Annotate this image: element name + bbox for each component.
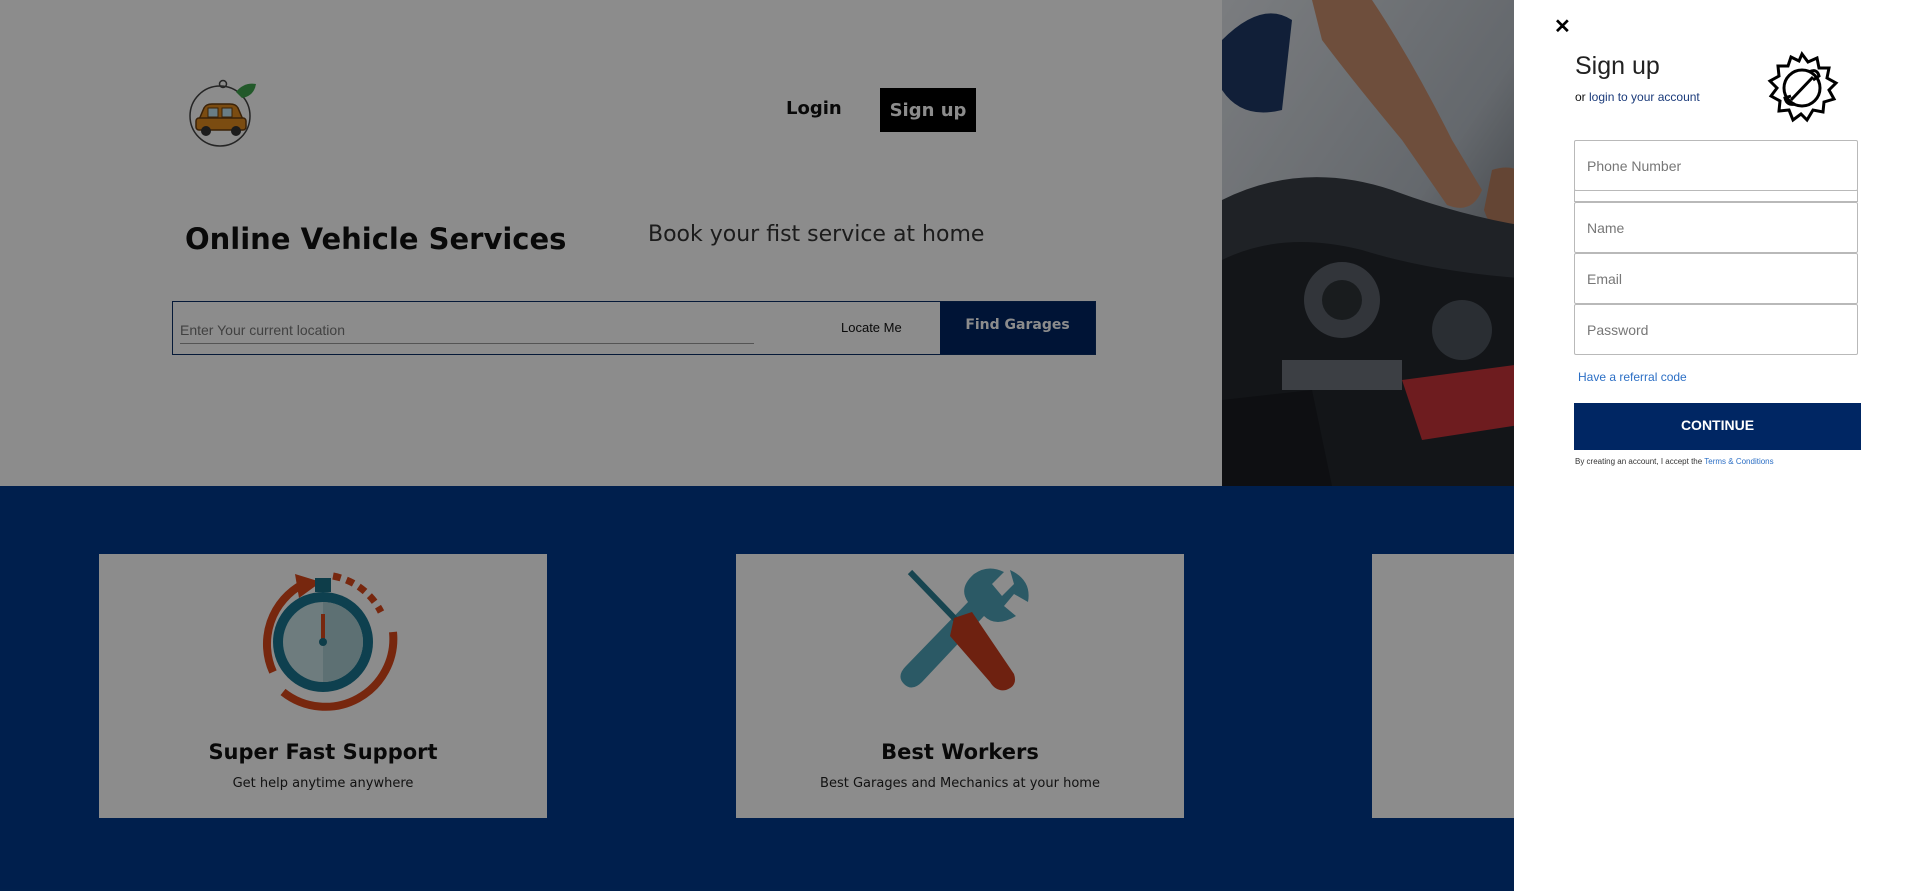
email-field[interactable] [1574, 253, 1858, 304]
modal-backdrop[interactable] [0, 0, 1514, 891]
gear-wrench-icon [1767, 51, 1839, 123]
terms-text: By creating an account, I accept the [1575, 457, 1705, 466]
signup-title: Sign up [1575, 52, 1660, 80]
name-field[interactable] [1574, 202, 1858, 253]
close-icon[interactable]: ✕ [1554, 14, 1571, 39]
continue-button[interactable]: CONTINUE [1574, 403, 1861, 450]
field-divider [1574, 190, 1858, 202]
login-prompt: or login to your account [1575, 90, 1700, 104]
terms-notice: By creating an account, I accept the Ter… [1575, 457, 1774, 466]
phone-number-field[interactable] [1574, 140, 1858, 191]
signup-drawer: ✕ Sign up or login to your account Have … [1514, 0, 1920, 891]
referral-code-link[interactable]: Have a referral code [1578, 370, 1687, 384]
login-account-link[interactable]: login to your account [1589, 90, 1700, 104]
terms-conditions-link[interactable]: Terms & Conditions [1704, 457, 1773, 466]
password-field[interactable] [1574, 304, 1858, 355]
or-text: or [1575, 90, 1590, 104]
